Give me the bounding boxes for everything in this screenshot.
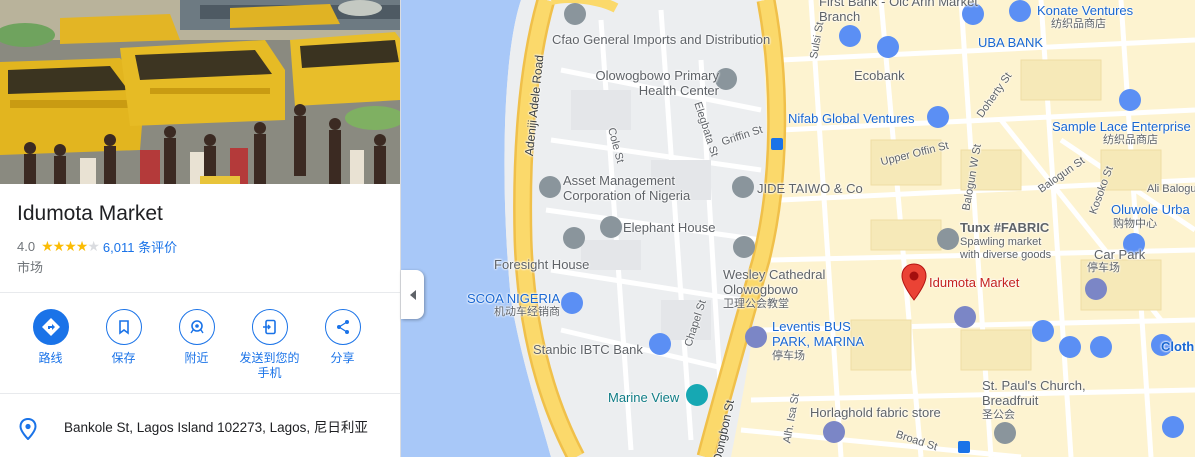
poi-sublabel-car-park: 停车场 [1087,262,1120,274]
poi-sublabel-scoa: 机动车经销商 [494,306,560,318]
poi-label-stanbic[interactable]: Stanbic IBTC Bank [533,342,643,357]
poi-sublabel-sample-lace: 纺织品商店 [1103,134,1158,146]
poi-label-uba[interactable]: UBA BANK [978,35,1043,50]
church-icon[interactable] [994,422,1016,444]
collapse-panel-button[interactable] [401,270,424,319]
send-to-phone-icon [251,309,288,345]
star-filled-icon: ★ [64,238,77,254]
save-label: 保存 [111,351,136,365]
address-row[interactable]: Bankole St, Lagos Island 102273, Lagos, … [18,418,384,440]
nearby-icon [178,309,215,345]
place-title: Idumota Market [17,202,163,225]
bank-icon[interactable] [649,333,671,355]
poi-label-leventis[interactable]: Leventis BUS PARK, MARINA [772,319,867,349]
action-bar: 路线 保存 附近 发送到您的手机 分享 [14,309,379,381]
parking-icon[interactable] [1085,278,1107,300]
church-icon[interactable] [733,236,755,258]
poi-label-wesley[interactable]: Wesley Cathedral Olowogbowo [723,267,838,297]
poi-pin-icon[interactable] [564,3,586,25]
store-icon[interactable] [937,228,959,250]
attraction-icon[interactable] [686,384,708,406]
building-icon[interactable] [563,227,585,249]
place-category: 市场 [17,260,44,275]
car-dealer-icon[interactable] [561,292,583,314]
selected-place-marker-icon[interactable] [901,263,927,301]
poi-label-horlaghold[interactable]: Horlaghold fabric store [810,405,941,420]
star-filled-icon: ★ [41,238,54,254]
poi-sublabel-tunx: Spawling market with diverse goods [960,236,1052,261]
poi-sublabel-st-pauls: 圣公会 [982,409,1015,421]
reviews-link[interactable]: 6,011 条评价 [103,237,177,256]
shopping-bag-icon[interactable] [1090,336,1112,358]
share-label: 分享 [330,351,355,365]
directions-icon [32,309,69,345]
share-button[interactable]: 分享 [306,309,379,381]
star-filled-icon: ★ [52,238,66,254]
send-to-phone-button[interactable]: 发送到您的手机 [233,309,306,381]
museum-icon[interactable] [823,421,845,443]
share-icon [324,309,361,345]
poi-label-olowogbowo[interactable]: Olowogbowo Primary Health Center [567,68,719,98]
selected-place-label[interactable]: Idumota Market [929,275,1019,290]
building-icon[interactable] [539,176,561,198]
building-icon[interactable] [600,216,622,238]
poi-label-marine-view[interactable]: Marine View [608,390,679,405]
poi-label-sample-lace[interactable]: Sample Lace Enterprise [1052,119,1191,134]
poi-label-tunx[interactable]: Tunx #FABRIC [960,220,1049,235]
market-photo-illustration [0,0,400,184]
chevron-left-icon [409,289,416,300]
poi-label-scoa[interactable]: SCOA NIGERIA [467,291,560,306]
poi-label-konate[interactable]: Konate Ventures [1037,3,1133,18]
poi-label-cfao[interactable]: Cfao General Imports and Distribution [552,32,770,47]
poi-label-st-pauls[interactable]: St. Paul's Church, Breadfruit [982,378,1094,408]
poi-sublabel-konate: 纺织品商店 [1051,18,1106,30]
rating-value: 4.0 [17,239,36,254]
poi-label-nifab[interactable]: Nifab Global Ventures [788,111,914,126]
divider [0,393,400,394]
place-panel: Idumota Market 4.0 ★★★★★ 6,011 条评价 市场 路线… [0,0,401,457]
map-canvas[interactable]: Cfao General Imports and Distribution Ol… [401,0,1195,457]
directions-button[interactable]: 路线 [14,309,87,381]
poi-label-car-park[interactable]: Car Park [1094,247,1145,262]
directions-label: 路线 [38,351,63,365]
parking-icon[interactable] [954,306,976,328]
shopping-bag-icon[interactable] [1032,320,1054,342]
shopping-bag-icon[interactable] [1119,89,1141,111]
poi-label-foresight[interactable]: Foresight House [494,257,589,272]
divider [0,292,400,293]
poi-sublabel-leventis: 停车场 [772,350,805,362]
send-to-phone-label: 发送到您的手机 [239,351,300,380]
poi-label-jide[interactable]: JIDE TAIWO & Co [757,181,863,196]
nearby-label: 附近 [184,351,209,365]
bank-icon[interactable] [877,36,899,58]
rating-stars: ★★★★★ [41,238,100,255]
poi-label-ali[interactable]: Ali Balogun [1147,183,1195,196]
poi-label-first-bank[interactable]: First Bank - Olc Arin Market Branch [819,0,979,24]
poi-label-oluwole[interactable]: Oluwole Urba [1111,202,1190,217]
save-button[interactable]: 保存 [87,309,160,381]
bus-stop-icon[interactable] [771,138,783,150]
poi-sublabel-oluwole: 购物中心 [1113,218,1157,230]
poi-label-elephant[interactable]: Elephant House [623,220,716,235]
poi-label-cloth[interactable]: Cloth [1161,339,1194,354]
building-icon[interactable] [732,176,754,198]
nearby-button[interactable]: 附近 [160,309,233,381]
bus-stop-icon[interactable] [958,441,970,453]
rating-row: 4.0 ★★★★★ 6,011 条评价 [17,237,177,256]
shopping-bag-icon[interactable] [1059,336,1081,358]
star-empty-icon: ★ [87,238,100,254]
poi-sublabel-wesley: 卫理公会教堂 [723,298,789,310]
shopping-bag-icon[interactable] [1162,416,1184,438]
bank-icon[interactable] [839,25,861,47]
poi-label-ecobank[interactable]: Ecobank [854,68,905,83]
shopping-bag-icon[interactable] [1009,0,1031,22]
shopping-bag-icon[interactable] [927,106,949,128]
location-pin-icon [19,418,37,440]
parking-icon[interactable] [745,326,767,348]
address-text: Bankole St, Lagos Island 102273, Lagos, … [64,420,368,435]
poi-label-asset[interactable]: Asset Management Corporation of Nigeria [563,173,723,203]
place-photo[interactable] [0,0,400,184]
star-filled-icon: ★ [75,238,89,254]
bookmark-icon [105,309,142,345]
